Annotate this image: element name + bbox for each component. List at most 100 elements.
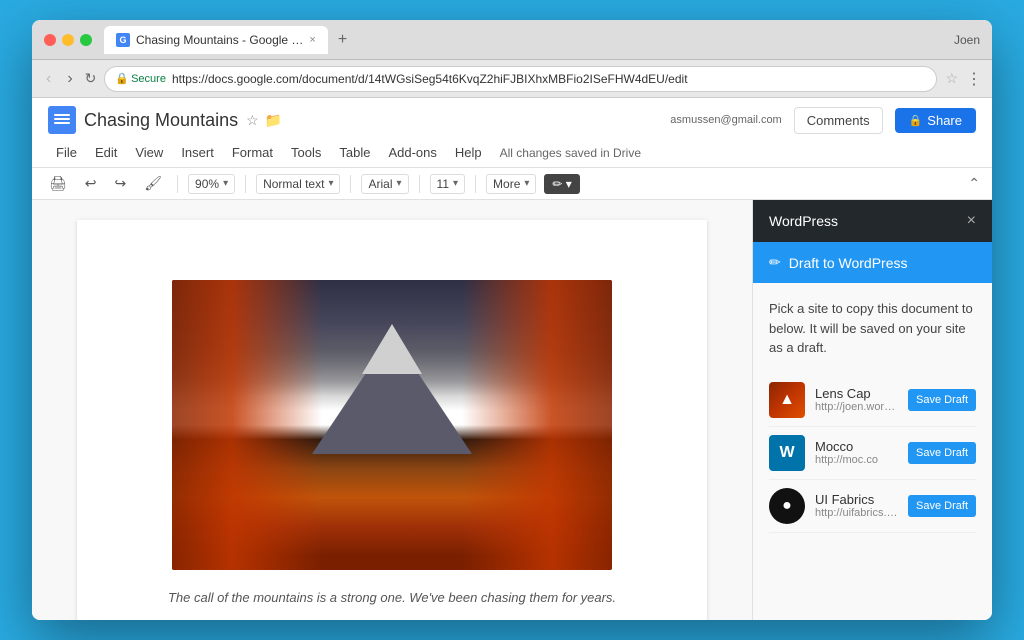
title-bar: G Chasing Mountains - Google … × + Joen xyxy=(32,20,992,60)
document-scroll[interactable]: The call of the mountains is a strong on… xyxy=(32,200,752,620)
docs-header-right: asmussen@gmail.com Comments 🔒 Share xyxy=(670,107,976,134)
toolbar-divider xyxy=(350,175,351,193)
paint-format-button[interactable]: 🖌 xyxy=(139,172,167,195)
font-chevron-icon: ▾ xyxy=(397,178,402,189)
mocco-avatar: W xyxy=(769,435,805,471)
user-email: asmussen@gmail.com xyxy=(670,114,781,126)
more-select[interactable]: More ▾ xyxy=(486,174,536,194)
close-window-button[interactable] xyxy=(44,34,56,46)
tree-right xyxy=(462,280,612,570)
collapse-toolbar-button[interactable]: ⌃ xyxy=(968,175,980,192)
lock-icon: 🔒 xyxy=(115,72,129,85)
print-button[interactable]: 🖨 xyxy=(44,172,72,195)
bookmark-button[interactable]: ☆ xyxy=(945,70,958,87)
address-bar: ‹ › ↻ 🔒 Secure https://docs.google.com/d… xyxy=(32,60,992,98)
menu-tools[interactable]: Tools xyxy=(283,142,329,163)
browser-user-name: Joen xyxy=(954,33,980,47)
active-tab[interactable]: G Chasing Mountains - Google … × xyxy=(104,26,328,54)
menu-file[interactable]: File xyxy=(48,142,85,163)
document-title[interactable]: Chasing Mountains xyxy=(84,110,238,131)
back-button[interactable]: ‹ xyxy=(42,68,55,90)
auto-save-status: All changes saved in Drive xyxy=(500,146,641,160)
docs-icon-line xyxy=(54,118,70,120)
mountain-snow xyxy=(362,324,422,374)
wordpress-panel-title: WordPress xyxy=(769,213,838,229)
ui-fabrics-avatar: ● xyxy=(769,488,805,524)
ui-fabrics-info: UI Fabrics http://uifabrics.wordpr... xyxy=(815,492,898,519)
size-chevron-icon: ▾ xyxy=(453,178,458,189)
lens-cap-avatar-icon: ▲ xyxy=(779,391,795,409)
mountain-image xyxy=(172,280,612,570)
wordpress-panel-close-button[interactable]: × xyxy=(967,212,976,230)
ui-fabrics-avatar-icon: ● xyxy=(782,497,792,515)
wordpress-body: Pick a site to copy this document to bel… xyxy=(753,283,992,620)
mocco-info: Mocco http://moc.co xyxy=(815,439,898,466)
lens-cap-avatar: ▲ xyxy=(769,382,805,418)
mocco-name: Mocco xyxy=(815,439,898,454)
docs-title-icons: ☆ 📁 xyxy=(246,112,282,129)
style-chevron-icon: ▾ xyxy=(328,178,333,189)
docs-container: Chasing Mountains ☆ 📁 asmussen@gmail.com… xyxy=(32,98,992,620)
star-icon[interactable]: ☆ xyxy=(246,112,259,129)
comments-button[interactable]: Comments xyxy=(794,107,883,134)
tab-close-icon[interactable]: × xyxy=(309,34,315,46)
share-button[interactable]: 🔒 Share xyxy=(895,108,976,133)
ui-fabrics-save-draft-button[interactable]: Save Draft xyxy=(908,495,976,517)
browser-window: G Chasing Mountains - Google … × + Joen … xyxy=(32,20,992,620)
font-select[interactable]: Arial ▾ xyxy=(361,174,408,194)
forward-button[interactable]: › xyxy=(63,68,76,90)
redo-button[interactable]: ↪ xyxy=(110,172,132,195)
wordpress-panel-header: WordPress × xyxy=(753,200,992,242)
lens-cap-url: http://joen.wordpress.... xyxy=(815,401,898,413)
ui-fabrics-url: http://uifabrics.wordpr... xyxy=(815,507,898,519)
url-bar[interactable]: 🔒 Secure https://docs.google.com/documen… xyxy=(104,66,937,92)
docs-menu-bar: File Edit View Insert Format Tools Table… xyxy=(48,140,976,167)
secure-badge: 🔒 Secure xyxy=(115,72,166,85)
menu-format[interactable]: Format xyxy=(224,142,281,163)
pen-button[interactable]: ✏ ▾ xyxy=(544,174,579,194)
menu-insert[interactable]: Insert xyxy=(173,142,222,163)
wordpress-description: Pick a site to copy this document to bel… xyxy=(769,299,976,358)
mocco-url: http://moc.co xyxy=(815,454,898,466)
lens-cap-save-draft-button[interactable]: Save Draft xyxy=(908,389,976,411)
docs-header: Chasing Mountains ☆ 📁 asmussen@gmail.com… xyxy=(32,98,992,168)
zoom-chevron-icon: ▾ xyxy=(223,178,228,189)
menu-table[interactable]: Table xyxy=(331,142,378,163)
url-text: https://docs.google.com/document/d/14tWG… xyxy=(172,72,926,86)
draft-to-wordpress-title: Draft to WordPress xyxy=(789,255,908,271)
more-chevron-icon: ▾ xyxy=(524,178,529,189)
site-item-ui-fabrics: ● UI Fabrics http://uifabrics.wordpr... … xyxy=(769,480,976,533)
refresh-button[interactable]: ↻ xyxy=(85,70,97,87)
menu-help[interactable]: Help xyxy=(447,142,490,163)
site-item-mocco: W Mocco http://moc.co Save Draft xyxy=(769,427,976,480)
style-select[interactable]: Normal text ▾ xyxy=(256,174,340,194)
site-item-lens-cap: ▲ Lens Cap http://joen.wordpress.... Sav… xyxy=(769,374,976,427)
docs-header-top: Chasing Mountains ☆ 📁 asmussen@gmail.com… xyxy=(48,106,976,134)
docs-icon-lines xyxy=(54,114,70,126)
edit-icon: ✏ xyxy=(769,254,781,271)
menu-view[interactable]: View xyxy=(127,142,171,163)
toolbar-divider xyxy=(419,175,420,193)
document-page: The call of the mountains is a strong on… xyxy=(77,220,707,620)
undo-button[interactable]: ↩ xyxy=(80,172,102,195)
lens-cap-name: Lens Cap xyxy=(815,386,898,401)
folder-icon[interactable]: 📁 xyxy=(265,112,282,129)
size-select[interactable]: 11 ▾ xyxy=(430,174,466,194)
menu-edit[interactable]: Edit xyxy=(87,142,125,163)
new-tab-button[interactable]: + xyxy=(332,31,353,49)
zoom-select[interactable]: 90% ▾ xyxy=(188,174,235,194)
content-area: The call of the mountains is a strong on… xyxy=(32,200,992,620)
menu-addons[interactable]: Add-ons xyxy=(380,142,444,163)
wordpress-sidebar: WordPress × ✏ Draft to WordPress Pick a … xyxy=(752,200,992,620)
mocco-save-draft-button[interactable]: Save Draft xyxy=(908,442,976,464)
toolbar-divider xyxy=(177,175,178,193)
mocco-avatar-icon: W xyxy=(779,444,794,462)
browser-menu-button[interactable]: ⋮ xyxy=(966,69,982,89)
minimize-window-button[interactable] xyxy=(62,34,74,46)
tab-title: Chasing Mountains - Google … xyxy=(136,33,303,47)
share-lock-icon: 🔒 xyxy=(909,114,923,127)
docs-toolbar: 🖨 ↩ ↪ 🖌 90% ▾ Normal text ▾ Arial ▾ 11 xyxy=(32,168,992,200)
docs-icon-line xyxy=(54,114,70,116)
maximize-window-button[interactable] xyxy=(80,34,92,46)
tab-favicon-icon: G xyxy=(116,33,130,47)
